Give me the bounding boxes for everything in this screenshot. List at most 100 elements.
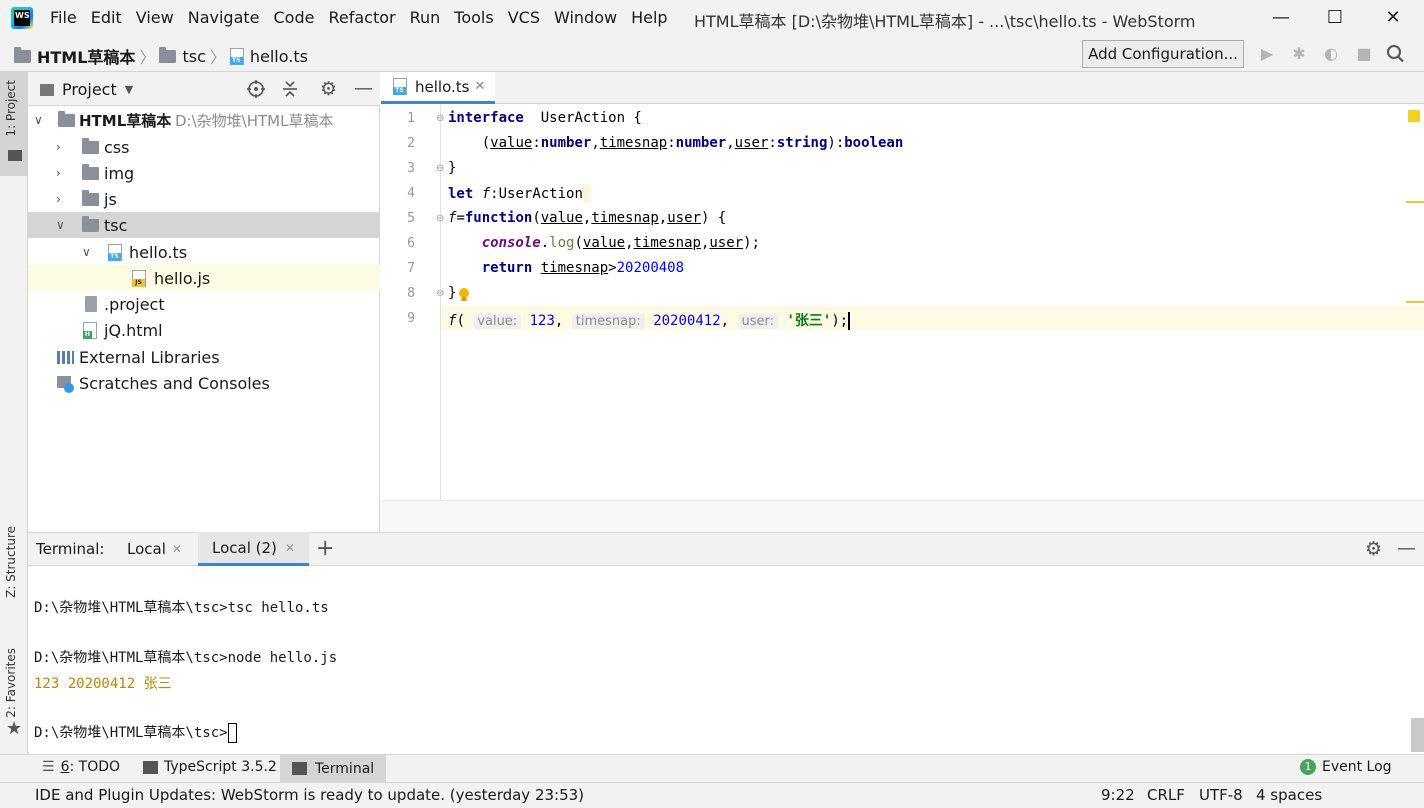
star-icon: ★ (6, 718, 23, 739)
terminal-label: Terminal: (36, 540, 105, 558)
todo-label: : TODO (69, 759, 121, 775)
close-tab-icon[interactable]: ✕ (474, 79, 485, 94)
line-number: 8 (407, 286, 415, 301)
locate-file-icon[interactable] (246, 79, 266, 99)
maximize-button[interactable]: ☐ (1312, 4, 1358, 32)
tree-item-label: .project (104, 294, 165, 314)
tree-item-js[interactable]: › js (28, 186, 380, 212)
line-number: 9 (407, 311, 415, 326)
tree-item-hello-ts[interactable]: ∨ hello.ts (28, 239, 380, 265)
indent-setting[interactable]: 4 spaces (1256, 786, 1322, 804)
fold-icon[interactable]: ⊖ (436, 213, 444, 224)
terminal-output-line: 123 20200412 张三 (34, 676, 172, 692)
stop-icon[interactable]: ■ (1354, 44, 1374, 64)
tree-item-jq-html[interactable]: jQ.html (28, 317, 380, 343)
fold-icon[interactable]: ⊖ (436, 113, 444, 124)
hide-panel-icon[interactable]: — (354, 77, 373, 99)
project-tool-tab[interactable]: 1: Project (0, 72, 28, 176)
text-cursor (848, 312, 851, 330)
window-title: HTML草稿本 [D:\杂物堆\HTML草稿本] - ...\tsc\hello… (694, 12, 1196, 31)
menu-window[interactable]: Window (554, 8, 617, 27)
scroll-marker[interactable] (1406, 201, 1424, 203)
tree-item-label: hello.js (154, 268, 211, 288)
favorites-tool-tab[interactable]: 2: Favorites ★ (0, 648, 28, 744)
code-param: timesnap (540, 260, 609, 276)
tree-item-external-libraries[interactable]: External Libraries (28, 344, 380, 370)
webstorm-logo-icon[interactable]: WS (11, 7, 33, 29)
chevron-right-icon: › (56, 192, 61, 206)
structure-tool-tab[interactable]: Z: Structure (0, 526, 28, 622)
parameter-hint: value: (473, 314, 522, 329)
line-separator[interactable]: CRLF (1147, 786, 1185, 804)
fold-icon[interactable]: ⊖ (436, 288, 444, 299)
typescript-tool-button[interactable]: TypeScript 3.5.2 (143, 759, 277, 775)
line-number: 3 (407, 161, 415, 176)
fold-icon[interactable]: ⊖ (436, 163, 444, 174)
hide-panel-icon[interactable]: — (1397, 537, 1416, 559)
menu-file[interactable]: File (50, 8, 77, 27)
tree-item-label: img (104, 163, 135, 183)
minimize-button[interactable]: — (1258, 4, 1304, 32)
coverage-icon[interactable]: ◐ (1321, 44, 1341, 64)
code-editor[interactable] (381, 104, 1424, 504)
terminal-tab-local-2[interactable]: Local (2) ✕ (198, 532, 309, 566)
tree-item-tsc[interactable]: ∨ tsc (28, 212, 380, 238)
todo-tool-button[interactable]: ☰ 6: TODO (42, 759, 120, 775)
menu-tools[interactable]: Tools (454, 8, 493, 27)
collapse-all-icon[interactable] (280, 79, 300, 99)
code-text: } (448, 285, 457, 301)
tree-item-scratches[interactable]: Scratches and Consoles (28, 370, 380, 396)
menu-vcs[interactable]: VCS (508, 8, 540, 27)
js-file-icon (132, 269, 146, 287)
folder-icon (82, 137, 99, 154)
tree-item-hello-js[interactable]: hello.js (28, 265, 380, 291)
breadcrumb-file[interactable]: hello.ts (250, 47, 308, 66)
terminal-scrollbar[interactable] (1411, 718, 1424, 752)
parameter-hint: timesnap: (571, 314, 645, 329)
inspection-status-icon[interactable] (1408, 110, 1420, 122)
editor-tab-hello-ts[interactable]: hello.ts ✕ (381, 72, 495, 104)
file-encoding[interactable]: UTF-8 (1199, 786, 1243, 804)
typescript-label: TypeScript 3.5.2 (164, 759, 277, 775)
code-param: value (540, 210, 583, 226)
breadcrumb-folder[interactable]: tsc (182, 47, 205, 66)
search-everywhere-icon[interactable] (1385, 42, 1407, 66)
menu-run[interactable]: Run (410, 8, 441, 27)
code-type: number (540, 135, 592, 151)
code-number: 20200412 (653, 313, 721, 329)
menu-view[interactable]: View (136, 8, 174, 27)
debug-icon[interactable]: ✱ (1289, 44, 1309, 64)
tree-item-root[interactable]: ∨ HTML草稿本 D:\杂物堆\HTML草稿本 (28, 107, 380, 133)
folder-icon (82, 163, 99, 180)
lightbulb-icon[interactable] (458, 287, 470, 303)
scroll-marker[interactable] (1406, 301, 1424, 303)
terminal-tool-button[interactable]: Terminal (280, 755, 387, 782)
terminal-tab-local[interactable]: Local ✕ (117, 532, 192, 565)
tree-item-css[interactable]: › css (28, 134, 380, 160)
gear-icon[interactable]: ⚙ (320, 78, 337, 100)
gear-icon[interactable]: ⚙ (1365, 538, 1382, 560)
menu-code[interactable]: Code (274, 8, 315, 27)
close-tab-icon[interactable]: ✕ (285, 541, 295, 555)
add-configuration-button[interactable]: Add Configuration... (1082, 40, 1244, 68)
menu-refactor[interactable]: Refactor (328, 8, 395, 27)
close-button[interactable]: ✕ (1370, 4, 1416, 32)
code-param: timesnap (591, 210, 659, 226)
menu-help[interactable]: Help (631, 8, 667, 27)
caret-position[interactable]: 9:22 (1101, 786, 1135, 804)
chevron-right-icon: › (56, 166, 61, 180)
menu-edit[interactable]: Edit (91, 8, 122, 27)
code-type: number (675, 135, 727, 151)
tree-item-img[interactable]: › img (28, 160, 380, 186)
ts-file-icon (393, 78, 407, 95)
project-view-selector[interactable]: Project ▼ (40, 80, 133, 99)
close-tab-icon[interactable]: ✕ (172, 542, 182, 556)
event-log-button[interactable]: 1 Event Log (1300, 759, 1392, 775)
status-message[interactable]: IDE and Plugin Updates: WebStorm is read… (35, 786, 584, 804)
breadcrumb-project[interactable]: HTML草稿本 (37, 44, 135, 68)
new-terminal-tab-button[interactable]: + (316, 536, 334, 561)
menu-navigate[interactable]: Navigate (188, 8, 260, 27)
event-log-label: Event Log (1322, 759, 1392, 775)
tree-item-project-file[interactable]: .project (28, 291, 380, 317)
run-icon[interactable]: ▶ (1257, 44, 1277, 64)
